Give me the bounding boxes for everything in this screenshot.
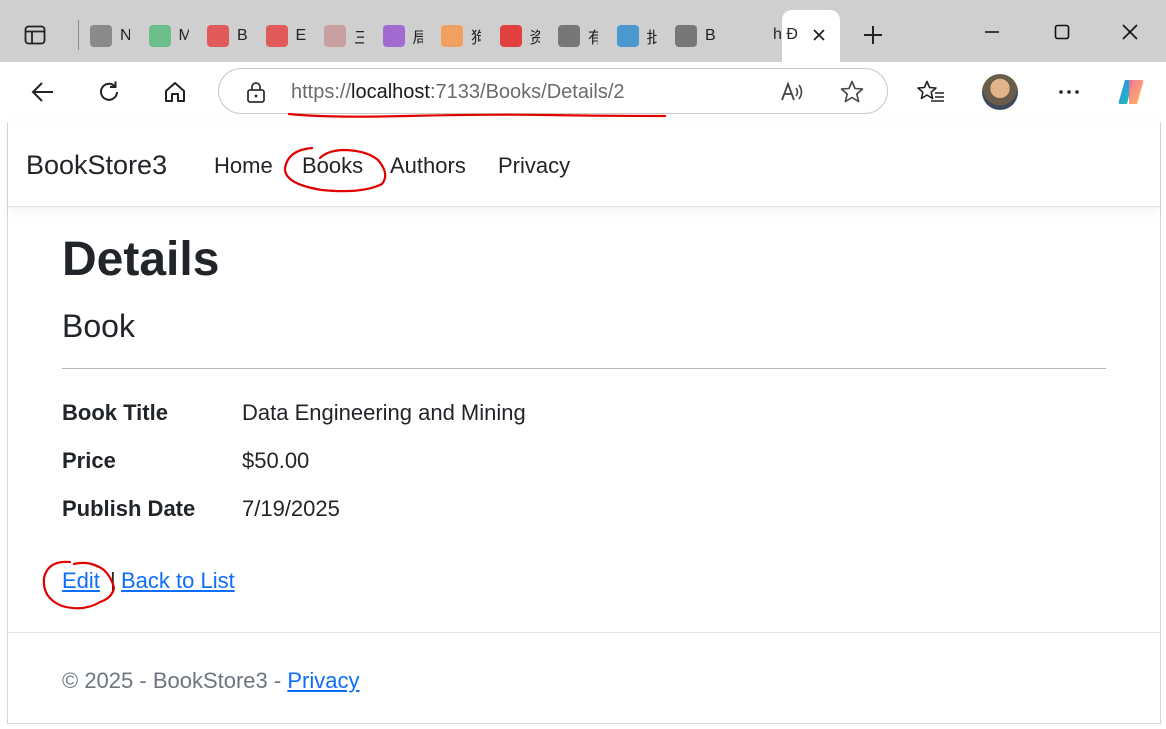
browser-tab[interactable]: B — [675, 18, 715, 54]
favorites-icon[interactable] — [916, 77, 946, 107]
web-page: BookStore3 Home Books Authors Privacy De… — [7, 122, 1161, 724]
copilot-icon[interactable] — [1116, 77, 1146, 107]
browser-tab-label: 狗 — [471, 30, 481, 47]
browser-tab[interactable]: N — [90, 18, 130, 54]
site-brand[interactable]: BookStore3 — [26, 150, 167, 181]
active-tab[interactable]: h Đ — [773, 10, 840, 62]
active-tab-label: h Đ — [773, 26, 798, 43]
w-icon — [324, 25, 346, 47]
page-title: Details — [62, 233, 220, 286]
tab-strip: NMBE三局狗资有批B h Đ — [0, 0, 1166, 62]
books-annotation-circle — [283, 146, 387, 193]
browser-tab[interactable]: 局 — [382, 18, 423, 54]
url-annotation-underline — [287, 112, 667, 118]
home-icon[interactable] — [160, 77, 190, 107]
browser-tab-label: 资 — [529, 30, 540, 47]
site-navbar: BookStore3 Home Books Authors Privacy — [8, 122, 1160, 207]
browser-tab-label: 有 — [588, 30, 598, 47]
address-bar[interactable]: https://localhost:7133/Books/Details/2 — [218, 68, 888, 118]
footer-privacy-link[interactable]: Privacy — [287, 668, 359, 693]
url-path: :7133/Books/Details/2 — [429, 81, 625, 103]
footer-copyright: © 2025 - BookStore3 - — [62, 668, 282, 693]
browser-tab-label: 批 — [646, 30, 657, 47]
opera-icon — [207, 25, 229, 47]
close-icon[interactable] — [808, 24, 830, 46]
tab-separator — [78, 20, 79, 50]
face-icon — [441, 25, 463, 47]
browser-tab[interactable]: M — [148, 18, 189, 54]
browser-tab-label: M — [178, 27, 189, 44]
profile-avatar[interactable] — [982, 74, 1018, 110]
nav-link-privacy[interactable]: Privacy — [498, 153, 570, 179]
browser-tab[interactable]: 有 — [558, 18, 598, 54]
browser-toolbar: https://localhost:7133/Books/Details/2 — [0, 62, 1166, 122]
back-to-list-link[interactable]: Back to List — [121, 568, 235, 594]
back-icon[interactable] — [28, 77, 58, 107]
globe-icon — [558, 25, 580, 47]
note-icon — [616, 25, 639, 47]
url-text[interactable]: https://localhost:7133/Books/Details/2 — [291, 81, 625, 104]
page-subtitle: Book — [62, 308, 135, 344]
slash-icon — [382, 25, 405, 47]
maximize-icon[interactable] — [1040, 14, 1084, 50]
field-value-publish-date: 7/19/2025 — [242, 496, 340, 521]
nav-link-authors[interactable]: Authors — [390, 153, 466, 179]
browser-tab[interactable]: E — [265, 18, 306, 54]
calendar-icon — [90, 25, 112, 47]
browser-tab[interactable]: 三 — [324, 18, 364, 54]
edit-annotation-circle — [42, 560, 116, 610]
browser-tab-label: B — [237, 27, 247, 44]
refresh-icon[interactable] — [94, 77, 124, 107]
browser-tab-label: E — [295, 27, 306, 44]
sidebar-toggle-icon[interactable] — [22, 22, 48, 48]
window-close-icon[interactable] — [1108, 14, 1152, 50]
field-label-price: Price — [62, 448, 116, 473]
browser-tab[interactable]: 资 — [499, 18, 540, 54]
lock-icon[interactable] — [245, 80, 267, 109]
more-icon[interactable] — [1054, 77, 1084, 107]
nav-link-home[interactable]: Home — [214, 153, 273, 179]
browser-tab-label: B — [705, 27, 715, 44]
site-footer: © 2025 - BookStore3 - Privacy — [62, 668, 359, 694]
divider — [62, 368, 1106, 369]
read-aloud-icon[interactable] — [779, 79, 805, 110]
footer-divider — [8, 632, 1160, 633]
browser-tab-label: 三 — [354, 30, 364, 47]
field-label-publish-date: Publish Date — [62, 496, 196, 521]
minimize-icon[interactable] — [970, 14, 1014, 50]
opera-icon — [265, 25, 288, 47]
globe-icon — [675, 25, 697, 47]
zhong-icon — [499, 25, 522, 47]
new-tab-icon[interactable] — [860, 22, 886, 48]
browser-tab[interactable]: B — [207, 18, 247, 54]
field-label-book-title: Book Title — [62, 400, 168, 425]
browser-tab[interactable]: 批 — [616, 18, 657, 54]
browser-tab-label: N — [120, 27, 130, 44]
url-scheme: https:// — [291, 81, 352, 103]
favorite-star-icon[interactable] — [839, 79, 865, 110]
browser-tab[interactable]: 狗 — [441, 18, 481, 54]
field-value-price: $50.00 — [242, 448, 310, 473]
und-icon — [148, 25, 171, 47]
browser-tab-label: 局 — [412, 30, 423, 47]
field-value-book-title: Data Engineering and Mining — [242, 400, 526, 425]
url-host: localhost — [351, 81, 430, 103]
